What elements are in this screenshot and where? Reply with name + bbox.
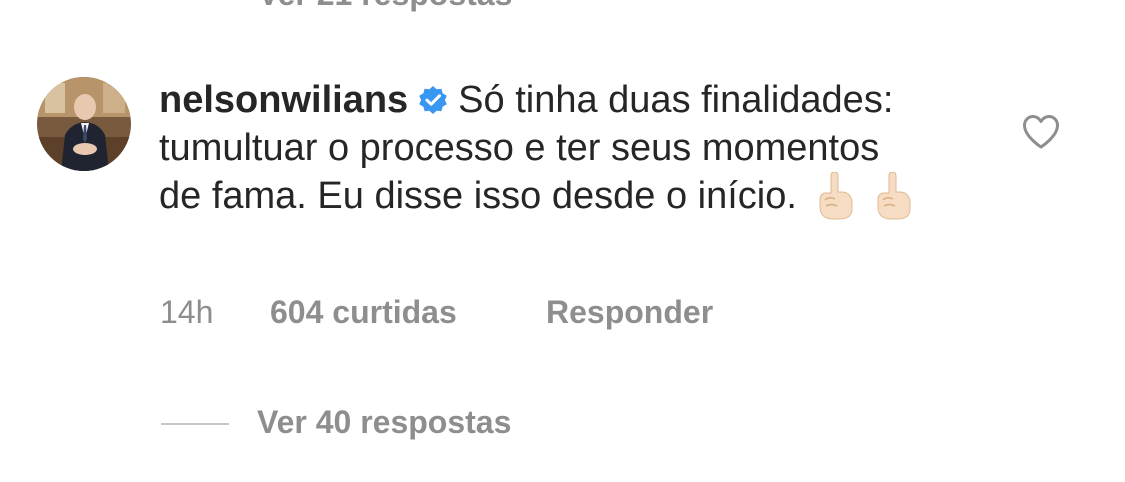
likes-count[interactable]: 604 curtidas [270,292,457,332]
comment: nelsonwilians Só tinha duas finalidades: … [159,76,929,220]
like-heart-icon[interactable] [1022,114,1060,150]
verified-badge-icon [418,85,448,115]
replies-divider [161,423,229,425]
username[interactable]: nelsonwilians [159,79,408,121]
view-replies-label[interactable]: Ver 40 respostas [257,402,511,442]
previous-view-replies-link[interactable]: Ver 21 respostas [258,0,512,13]
pointing-up-hand-emoji [873,172,913,220]
pointing-up-hand-emoji [815,172,855,220]
avatar[interactable] [37,77,131,171]
comment-timestamp[interactable]: 14h [160,292,213,332]
avatar-photo [37,77,131,171]
reply-button[interactable]: Responder [546,292,713,332]
